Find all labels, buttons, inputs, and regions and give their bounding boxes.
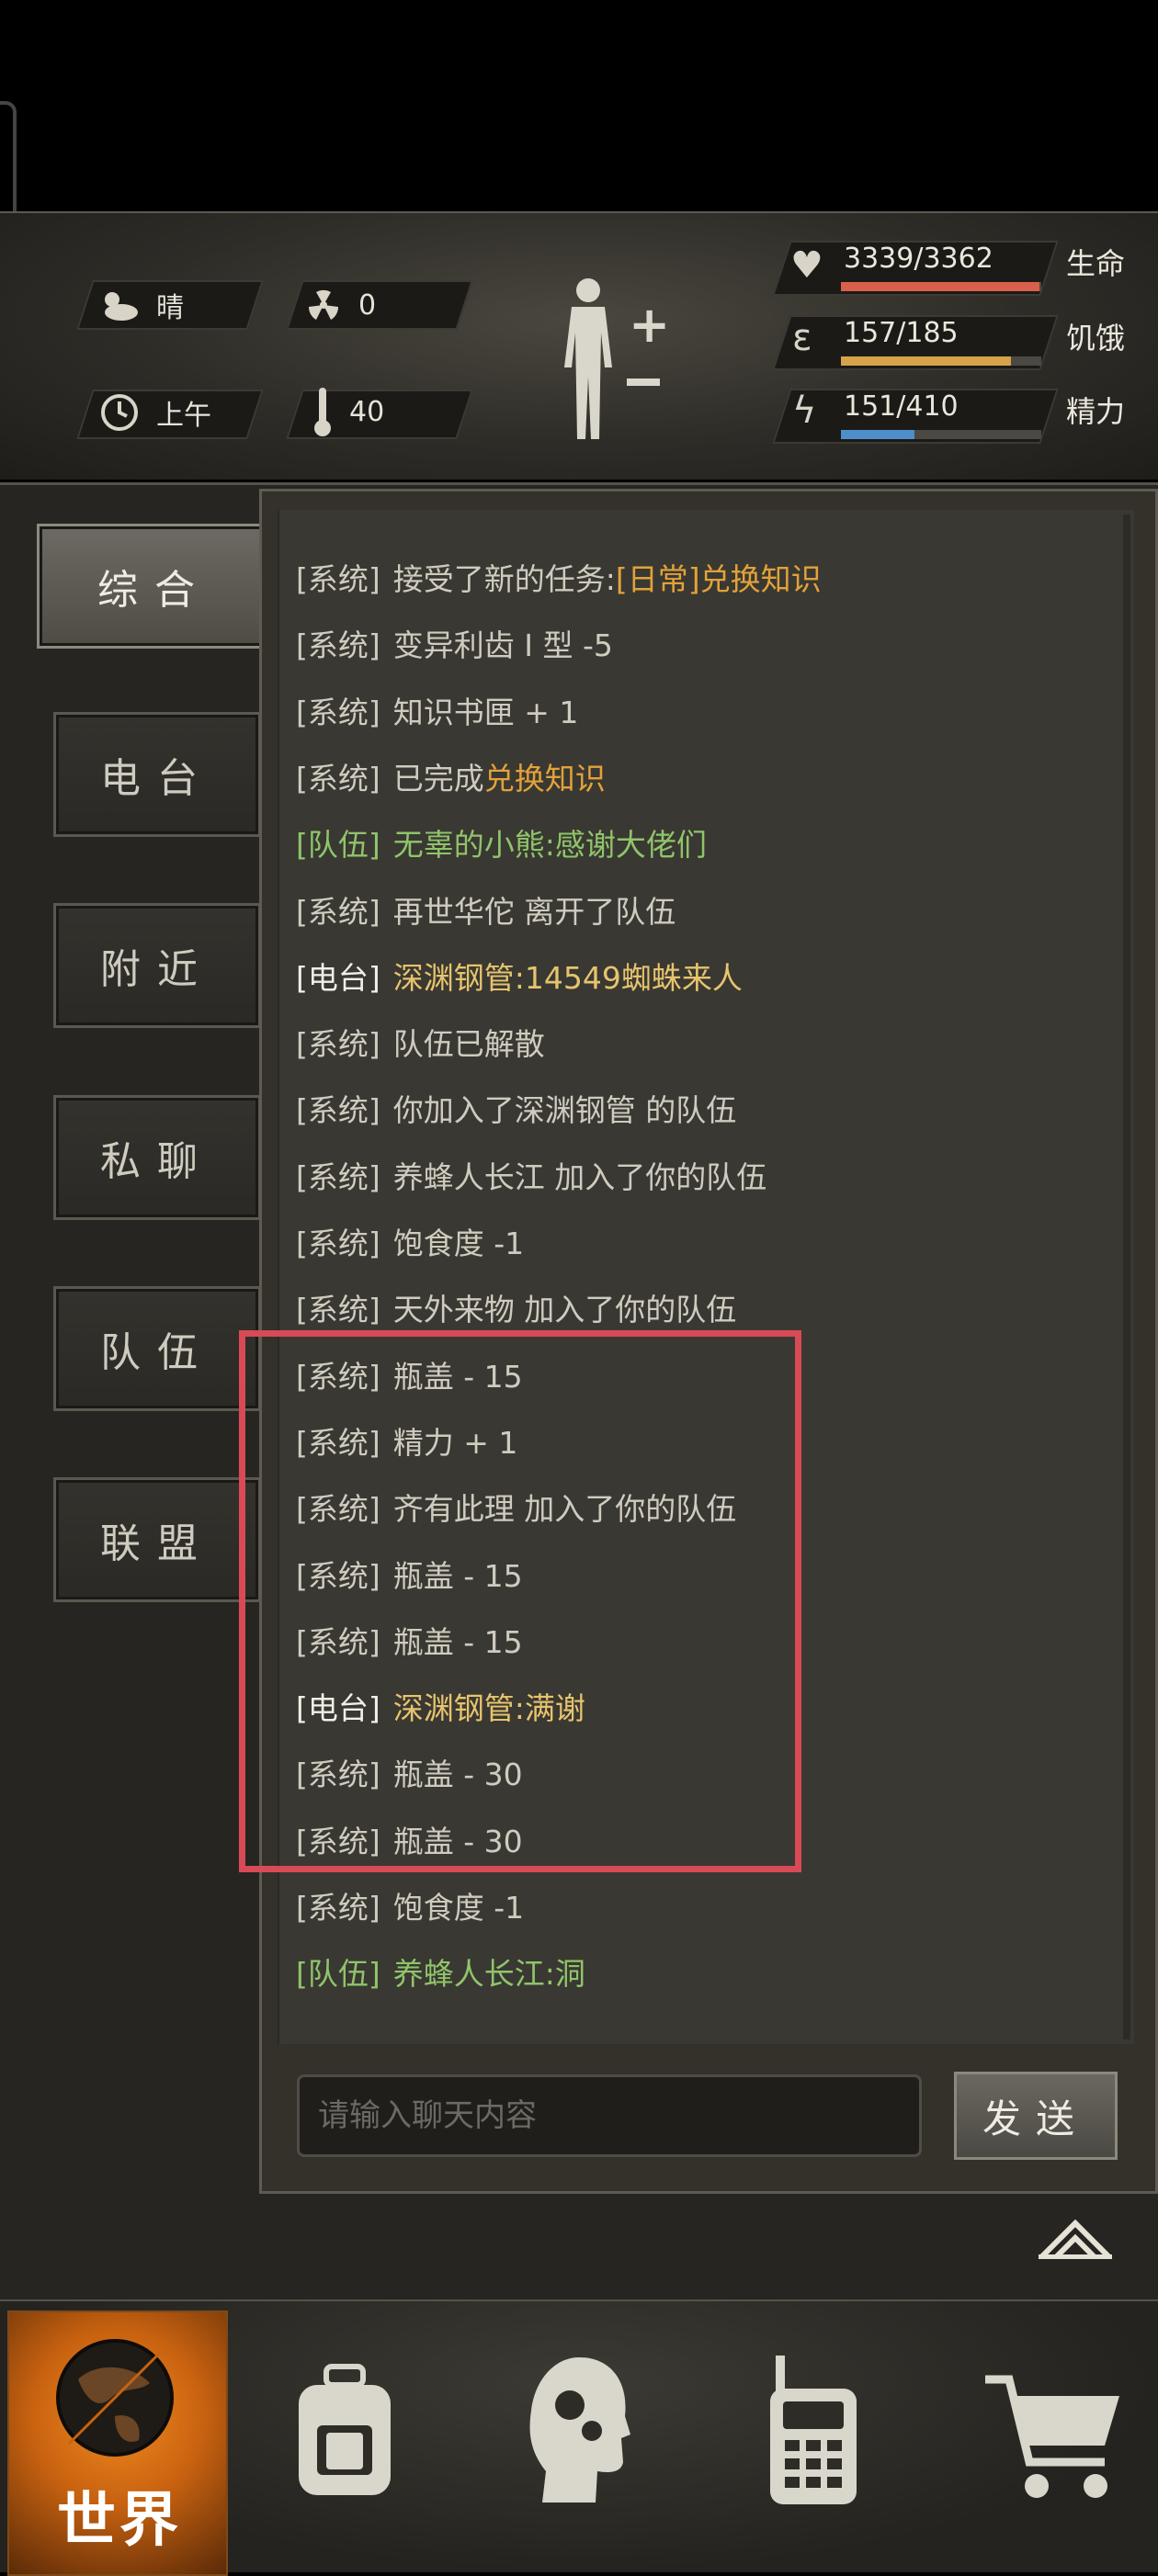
chat-scrollbar[interactable] (1123, 514, 1130, 2039)
weather-value: 晴 (156, 292, 184, 324)
thermometer-icon (314, 388, 331, 436)
tab-nearby[interactable]: 附近 (53, 903, 261, 1028)
chat-message-text: 深渊钢管 (392, 959, 515, 996)
chat-message: [队伍] 养蜂人长江:洞 (296, 1949, 585, 2000)
walkie-talkie-icon[interactable] (763, 2352, 864, 2508)
brain-bolt-icon: ϟ (792, 390, 817, 432)
chat-message-text: 养蜂人长江 加入了你的队伍 (392, 1158, 767, 1195)
character-status-button[interactable]: + (551, 276, 671, 450)
chat-message: [系统] 已完成兑换知识 (296, 753, 606, 805)
chat-message-text: 天外来物 加入了你的队伍 (392, 1292, 737, 1328)
chat-message-text: 无辜的小熊:感谢大佬们 (392, 827, 707, 864)
chat-channel-tag: [系统] (296, 1890, 380, 1926)
send-button[interactable]: 发送 (954, 2072, 1118, 2160)
chat-channel-tag: [系统] (296, 627, 380, 664)
plus-icon: + (629, 296, 671, 354)
cloud-sun-icon (105, 292, 138, 321)
tab-radio[interactable]: 电台 (53, 712, 261, 837)
radiation-value: 0 (358, 288, 377, 322)
chat-message: [系统] 养蜂人长江 加入了你的队伍 (296, 1152, 766, 1203)
hunger-value: 157/185 (844, 317, 959, 349)
chat-message-text: 知识书匣 + 1 (392, 694, 579, 730)
clock-icon (101, 394, 138, 431)
chat-message: [系统] 队伍已解散 (296, 1019, 545, 1070)
energy-value: 151/410 (844, 390, 959, 423)
minus-icon (627, 378, 660, 386)
stomach-icon: ɛ (792, 317, 812, 359)
chat-channel-tag: [系统] (296, 760, 380, 797)
chat-channel-tag: [系统] (296, 561, 380, 597)
chat-message: [系统] 你加入了深渊钢管 的队伍 (296, 1085, 736, 1136)
tab-private[interactable]: 私聊 (53, 1095, 261, 1220)
chat-channel-tag: [队伍] (296, 827, 380, 864)
shopping-cart-icon[interactable] (982, 2370, 1129, 2508)
chat-channel-tag: [系统] (296, 1092, 380, 1129)
chat-message-text: :14549蜘蛛来人 (514, 959, 743, 996)
energy-bar (841, 430, 1041, 439)
chat-message: [系统] 饱食度 -1 (296, 1882, 524, 1934)
nav-world-label: 世界 (57, 2487, 182, 2555)
chat-input[interactable]: 请输入聊天内容 (297, 2074, 922, 2157)
chat-message: [系统] 饱食度 -1 (296, 1218, 524, 1270)
chat-message-text: 再世华佗 离开了队伍 (392, 893, 676, 930)
chat-message-text: [日常]兑换知识 (615, 561, 822, 597)
human-body-icon (564, 278, 612, 439)
hp-bar (841, 282, 1041, 291)
tab-general[interactable]: 综合 (37, 524, 272, 649)
time-value: 上午 (156, 400, 211, 432)
chat-channel-tag: [系统] (296, 1292, 380, 1328)
chat-message: [系统] 天外来物 加入了你的队伍 (296, 1284, 736, 1336)
chat-message: [系统] 变异利齿 I 型 -5 (296, 620, 613, 672)
energy-label: 精力 (1066, 394, 1126, 429)
chat-message-text: 已完成 (392, 760, 484, 797)
hunger-bar-fill (841, 356, 1012, 366)
tab-team[interactable]: 队伍 (53, 1286, 261, 1411)
chat-message: [系统] 再世华佗 离开了队伍 (296, 887, 676, 938)
hp-bar-fill (841, 282, 1040, 291)
hp-value: 3339/3362 (844, 243, 993, 275)
temperature-value: 40 (349, 395, 385, 428)
chat-message-text: 兑换知识 (483, 760, 606, 797)
chat-channel-tag: [系统] (296, 1026, 380, 1063)
chat-message: [电台] 深渊钢管:14549蜘蛛来人 (296, 953, 743, 1004)
chat-message-text: 饱食度 -1 (392, 1890, 525, 1926)
chat-message: [系统] 接受了新的任务:[日常]兑换知识 (296, 554, 822, 605)
energy-bar-fill (841, 430, 915, 439)
chat-channel-tag: [系统] (296, 1226, 380, 1261)
head-gears-icon[interactable] (524, 2352, 634, 2508)
chat-channel-tag: [队伍] (296, 1956, 380, 1993)
highlight-box (239, 1330, 801, 1872)
chat-message: [系统] 知识书匣 + 1 (296, 687, 578, 739)
chat-message-text: 你加入了深渊钢管 的队伍 (392, 1092, 737, 1129)
tab-alliance[interactable]: 联盟 (53, 1477, 261, 1602)
chat-message-text: 变异利齿 I 型 -5 (392, 627, 613, 664)
chat-message-text: 队伍已解散 (392, 1026, 545, 1063)
chat-channel-tag: [系统] (296, 893, 380, 930)
chat-message-text: 接受了新的任务: (392, 561, 616, 597)
hp-label: 生命 (1066, 246, 1126, 281)
hunger-bar (841, 356, 1041, 366)
heart-icon: ♥ (790, 244, 823, 287)
chat-message-text: 养蜂人长江:洞 (392, 1956, 585, 1993)
backpack-icon[interactable] (280, 2361, 409, 2499)
radiation-icon (308, 289, 339, 320)
hunger-label: 饥饿 (1066, 321, 1126, 356)
globe-icon (56, 2339, 174, 2457)
chat-channel-tag: [系统] (296, 694, 380, 730)
chat-channel-tag: [系统] (296, 1158, 380, 1195)
collapse-chevron-icon[interactable] (1037, 2216, 1114, 2262)
chat-message: [队伍] 无辜的小熊:感谢大佬们 (296, 819, 707, 871)
chat-channel-tag: [电台] (296, 959, 380, 996)
chat-message-text: 饱食度 -1 (392, 1226, 525, 1261)
